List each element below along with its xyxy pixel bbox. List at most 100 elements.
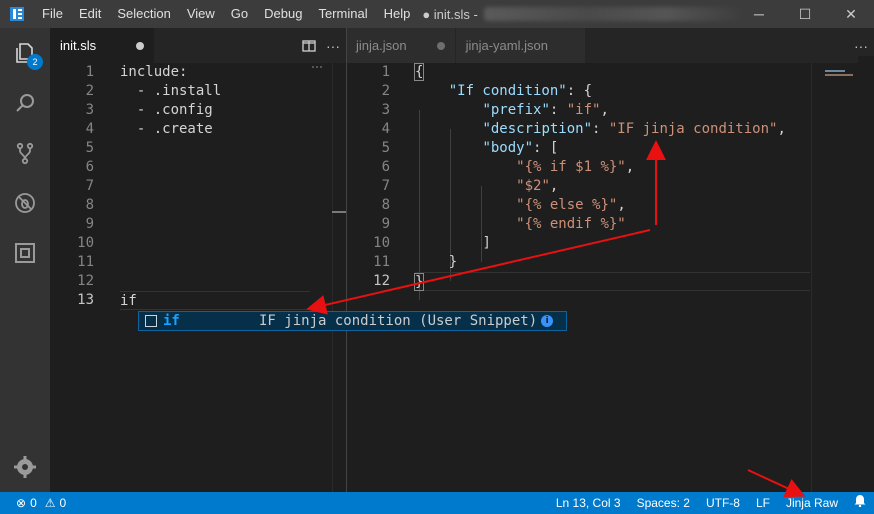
window-title: ● init.sls - [422, 6, 478, 22]
language-mode[interactable]: Jinja Raw [778, 492, 846, 514]
json-string: "$2" [516, 178, 550, 194]
right-scrollbar[interactable] [811, 63, 825, 492]
tab-jinja-json[interactable]: jinja.json [347, 28, 456, 63]
search-icon[interactable] [0, 78, 50, 128]
line-number: 11 [373, 254, 390, 270]
unsaved-dot-icon[interactable] [436, 41, 445, 50]
left-minimap[interactable] [312, 66, 322, 70]
menu-view[interactable]: View [179, 0, 223, 28]
encoding[interactable]: UTF-8 [698, 492, 748, 514]
extensions-icon[interactable] [0, 228, 50, 278]
explorer-icon[interactable]: 2 [0, 28, 50, 78]
more-actions-icon[interactable]: ··· [854, 38, 868, 54]
line-number: 8 [381, 197, 390, 213]
unsaved-dot-icon[interactable] [136, 41, 145, 50]
code-line: "description": "IF jinja condition", [482, 121, 786, 137]
tab-label: init.sls [60, 38, 97, 53]
settings-gear-icon[interactable] [0, 442, 50, 492]
bracket: } [413, 273, 425, 291]
left-tab-actions: ··· [302, 28, 340, 63]
code-line: - .config [120, 102, 213, 118]
source-control-icon[interactable] [0, 128, 50, 178]
json-string: "IF jinja condition" [608, 121, 778, 137]
status-bar: ⊗ 0 ⚠ 0 Ln 13, Col 3 Spaces: 2 UTF-8 LF … [0, 492, 874, 514]
json-key: "description" [482, 121, 593, 137]
tab-label: jinja-yaml.json [465, 38, 548, 53]
json-key: "If condition" [448, 83, 567, 99]
tab-jinja-yaml-json[interactable]: jinja-yaml.json [455, 28, 586, 63]
right-code-area[interactable]: { "If condition": { "prefix": "if", "des… [413, 63, 815, 291]
code-line-current: if [120, 291, 310, 310]
minimize-button[interactable]: ─ [736, 0, 782, 28]
cursor-position[interactable]: Ln 13, Col 3 [548, 492, 629, 514]
line-number: 11 [77, 254, 94, 270]
notifications-bell-icon[interactable] [846, 492, 874, 514]
line-number-current: 12 [373, 273, 390, 289]
json-string: "{% else %}" [516, 197, 618, 213]
activity-bar: 2 [0, 28, 50, 492]
line-number: 7 [85, 178, 94, 194]
line-number: 2 [85, 83, 94, 99]
maximize-button[interactable]: ☐ [782, 0, 828, 28]
code-line: "If condition": { [415, 82, 815, 101]
right-editor-group: jinja.json jinja-yaml.json ··· 1 2 3 4 5… [347, 28, 874, 492]
menu-bar: File Edit Selection View Go Debug Termin… [34, 0, 418, 28]
status-right: Ln 13, Col 3 Spaces: 2 UTF-8 LF Jinja Ra… [548, 492, 874, 514]
menu-terminal[interactable]: Terminal [310, 0, 375, 28]
left-scrollbar[interactable] [332, 63, 346, 492]
line-number: 3 [85, 102, 94, 118]
tab-label: jinja.json [356, 38, 407, 53]
close-button[interactable]: ✕ [828, 0, 874, 28]
code-line: - .create [120, 121, 213, 137]
line-number: 9 [381, 216, 390, 232]
tab-init-sls[interactable]: init.sls [50, 28, 156, 63]
menu-go[interactable]: Go [223, 0, 256, 28]
left-scroll-marker [332, 211, 346, 213]
problems-indicator[interactable]: ⊗ 0 ⚠ 0 [0, 496, 66, 510]
suggest-detail: IF jinja condition (User Snippet) [259, 313, 538, 329]
line-number: 5 [85, 140, 94, 156]
left-tab-bar: init.sls ··· [50, 28, 346, 63]
code-line: "{% else %}", [516, 197, 626, 213]
code-line: { [413, 63, 815, 82]
line-number: 9 [85, 216, 94, 232]
line-number: 3 [381, 102, 390, 118]
menu-edit[interactable]: Edit [71, 0, 109, 28]
indentation[interactable]: Spaces: 2 [629, 492, 698, 514]
code-line: - .install [120, 83, 222, 99]
json-key: "prefix" [482, 102, 550, 118]
code-line: "{% if $1 %}", [516, 159, 635, 175]
line-number: 10 [77, 235, 94, 251]
suggest-item[interactable]: if IF jinja condition (User Snippet) i [138, 311, 567, 331]
code-line: "$2", [516, 178, 559, 194]
right-tab-bar: jinja.json jinja-yaml.json ··· [347, 28, 874, 63]
error-count: 0 [30, 496, 37, 510]
menu-debug[interactable]: Debug [256, 0, 310, 28]
menu-help[interactable]: Help [376, 0, 419, 28]
line-number: 5 [381, 140, 390, 156]
json-string: "if" [566, 102, 601, 118]
code-line: } [415, 253, 815, 272]
left-line-numbers: 1 2 3 4 5 6 7 8 9 10 11 12 13 [50, 63, 94, 310]
menu-selection[interactable]: Selection [109, 0, 178, 28]
debug-icon[interactable] [0, 178, 50, 228]
line-number: 4 [85, 121, 94, 137]
more-actions-icon[interactable]: ··· [326, 38, 340, 54]
json-key: "body" [482, 140, 534, 156]
background-window-edge [858, 56, 874, 492]
menu-file[interactable]: File [34, 0, 71, 28]
punct: } [448, 254, 458, 270]
right-line-numbers: 1 2 3 4 5 6 7 8 9 10 11 12 [347, 63, 390, 291]
left-code-area[interactable]: include: - .install - .config - .create … [120, 63, 310, 310]
split-editor-icon[interactable] [302, 39, 316, 53]
code-line: "prefix": "if", [482, 102, 609, 118]
info-icon[interactable]: i [541, 315, 554, 327]
warning-count: 0 [59, 496, 67, 510]
end-of-line[interactable]: LF [748, 492, 778, 514]
line-number: 6 [381, 159, 390, 175]
